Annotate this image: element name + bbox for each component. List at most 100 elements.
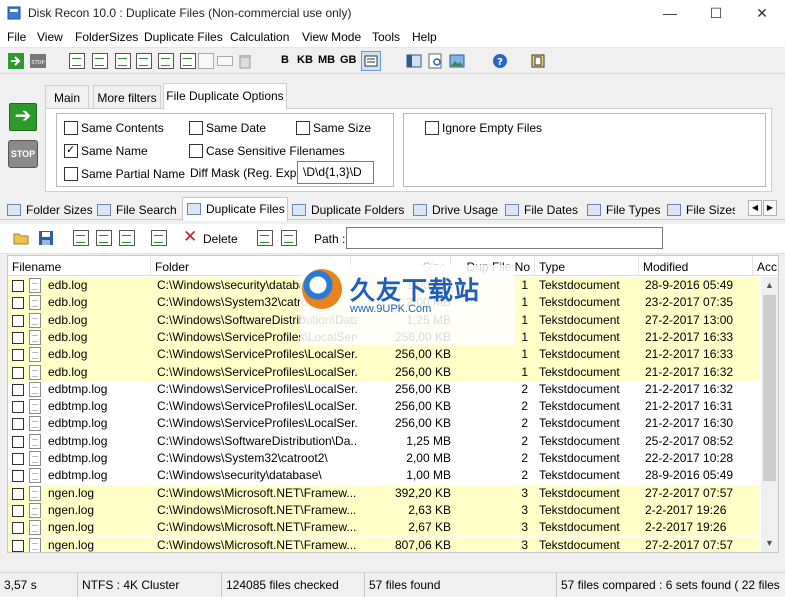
tab-file-duplicate-options[interactable]: File Duplicate Options	[163, 83, 287, 110]
table-row[interactable]: edb.log C:\Windows\ServiceProfiles\LocalS…	[8, 346, 760, 364]
ignore-empty-files-checkbox[interactable]: Ignore Empty Files	[425, 121, 542, 135]
export-text-icon[interactable]	[115, 53, 131, 69]
export-csv-icon[interactable]	[180, 53, 196, 69]
move-files-icon[interactable]	[257, 230, 273, 246]
row-checkbox[interactable]	[12, 522, 24, 535]
scrollbar-thumb[interactable]	[763, 295, 776, 481]
column-type[interactable]: Type	[535, 256, 639, 276]
export-excel-icon[interactable]	[69, 53, 85, 69]
table-row[interactable]: edbtmp.log C:\Windows\ServiceProfiles\Loc…	[8, 415, 760, 432]
menu-view[interactable]: View	[37, 30, 63, 44]
export-pdf-icon[interactable]	[136, 53, 152, 69]
open-folder-icon[interactable]	[13, 230, 29, 246]
row-checkbox[interactable]	[12, 539, 24, 552]
maximize-button[interactable]: ☐	[693, 0, 739, 28]
row-checkbox[interactable]	[12, 349, 24, 362]
same-name-checkbox[interactable]: Same Name	[64, 143, 148, 158]
same-size-checkbox[interactable]: Same Size	[296, 121, 371, 135]
rename-files-icon[interactable]	[281, 230, 297, 246]
tab-scroll-right-button[interactable]: ▶	[763, 200, 777, 216]
tab-duplicate-files[interactable]: Duplicate Files	[182, 197, 288, 221]
table-row[interactable]: ngen.log C:\Windows\Microsoft.NET\Framew.…	[8, 519, 760, 537]
scroll-down-icon[interactable]: ▼	[761, 535, 778, 552]
tab-file-sizes[interactable]: File Sizes	[667, 199, 735, 220]
delete-icon[interactable]: ✕	[183, 227, 197, 247]
row-checkbox[interactable]	[12, 487, 24, 500]
menu-file[interactable]: File	[7, 30, 26, 44]
table-row[interactable]: edbtmp.log C:\Windows\ServiceProfiles\Loc…	[8, 398, 760, 415]
row-checkbox[interactable]	[12, 418, 24, 431]
unit-b-button[interactable]: B	[281, 54, 289, 66]
menu-view-mode[interactable]: View Mode	[302, 30, 361, 44]
deselect-all-icon[interactable]	[119, 230, 135, 246]
save-icon[interactable]	[38, 230, 54, 246]
unit-kb-button[interactable]: KB	[297, 54, 313, 66]
row-checkbox[interactable]	[12, 280, 24, 292]
tab-drive-usage[interactable]: Drive Usage	[413, 199, 498, 220]
export-word-icon[interactable]	[92, 53, 108, 69]
recycle-bin-icon[interactable]	[237, 53, 253, 69]
same-date-checkbox[interactable]: Same Date	[189, 121, 266, 135]
menu-tools[interactable]: Tools	[372, 30, 400, 44]
delete-button[interactable]: Delete	[203, 232, 238, 246]
table-row[interactable]: edb.log C:\Windows\ServiceProfiles\LocalS…	[8, 363, 760, 381]
same-partial-name-checkbox[interactable]: Same Partial Name	[64, 167, 185, 181]
column-modified[interactable]: Modified	[639, 256, 753, 276]
table-row[interactable]: edbtmp.log C:\Windows\System32\catroot2\ 2…	[8, 450, 760, 467]
menu-help[interactable]: Help	[412, 30, 437, 44]
tab-file-dates[interactable]: File Dates	[505, 199, 578, 220]
vertical-scrollbar[interactable]: ▲ ▼	[761, 277, 778, 552]
row-checkbox[interactable]	[12, 366, 24, 379]
layout-icon[interactable]	[406, 53, 422, 69]
start-icon[interactable]	[8, 53, 24, 69]
row-checkbox[interactable]	[12, 435, 24, 448]
copy-files-icon[interactable]	[151, 230, 167, 246]
scroll-up-icon[interactable]: ▲	[761, 277, 778, 294]
menu-calculation[interactable]: Calculation	[230, 30, 289, 44]
stop-icon[interactable]: STOP	[30, 53, 46, 69]
row-checkbox[interactable]	[12, 401, 24, 414]
image-icon[interactable]	[449, 53, 465, 69]
tab-file-search[interactable]: File Search	[97, 199, 181, 220]
table-row[interactable]: edbtmp.log C:\Windows\security\database\ 1…	[8, 467, 760, 484]
table-row[interactable]: edbtmp.log C:\Windows\SoftwareDistributio…	[8, 433, 760, 450]
copy-icon[interactable]	[198, 53, 214, 69]
minimize-button[interactable]: —	[647, 0, 693, 28]
tab-scroll-left-button[interactable]: ◀	[748, 200, 762, 216]
same-contents-checkbox[interactable]: Same Contents	[64, 121, 164, 135]
tab-main[interactable]: Main	[45, 85, 89, 109]
export-html-icon[interactable]	[158, 53, 174, 69]
table-row[interactable]: ngen.log C:\Windows\Microsoft.NET\Framew.…	[8, 501, 760, 519]
select-all-icon[interactable]	[96, 230, 112, 246]
column-filename[interactable]: Filename	[8, 256, 151, 276]
tab-folder-sizes[interactable]: Folder Sizes	[7, 199, 92, 220]
close-button[interactable]: ✕	[739, 0, 785, 28]
menu-duplicate-files[interactable]: Duplicate Files	[144, 30, 223, 44]
row-checkbox[interactable]	[12, 383, 24, 396]
find-icon[interactable]	[428, 53, 444, 69]
table-row[interactable]: ngen.log C:\Windows\Microsoft.NET\Framew.…	[8, 484, 760, 502]
row-checkbox[interactable]	[12, 453, 24, 465]
unit-mb-button[interactable]: MB	[318, 54, 335, 66]
tab-duplicate-folders[interactable]: Duplicate Folders	[292, 199, 406, 220]
list-view-icon[interactable]	[361, 51, 381, 71]
help-icon[interactable]: ?	[492, 53, 508, 69]
go-button[interactable]: ➔	[9, 103, 37, 131]
tab-more-filters[interactable]: More filters	[93, 85, 161, 109]
row-checkbox[interactable]	[12, 297, 24, 310]
unit-gb-button[interactable]: GB	[340, 54, 357, 66]
row-checkbox[interactable]	[12, 470, 24, 483]
drive-icon[interactable]	[217, 56, 233, 66]
diff-mask-input[interactable]: \D\d{1,3}\D	[297, 161, 374, 184]
row-checkbox[interactable]	[12, 314, 24, 327]
row-checkbox[interactable]	[12, 504, 24, 517]
row-checkbox[interactable]	[12, 331, 24, 344]
table-row[interactable]: edbtmp.log C:\Windows\ServiceProfiles\Loc…	[8, 381, 760, 398]
path-input[interactable]	[346, 227, 663, 249]
select-duplicates-icon[interactable]	[73, 230, 89, 246]
tab-file-types[interactable]: File Types	[587, 199, 660, 220]
table-row[interactable]: ngen.log C:\Windows\Microsoft.NET\Framew.…	[8, 536, 760, 552]
case-sensitive-checkbox[interactable]: Case Sensitive Filenames	[189, 144, 345, 158]
stop-button[interactable]: STOP	[8, 140, 38, 168]
info-icon[interactable]	[530, 53, 546, 69]
